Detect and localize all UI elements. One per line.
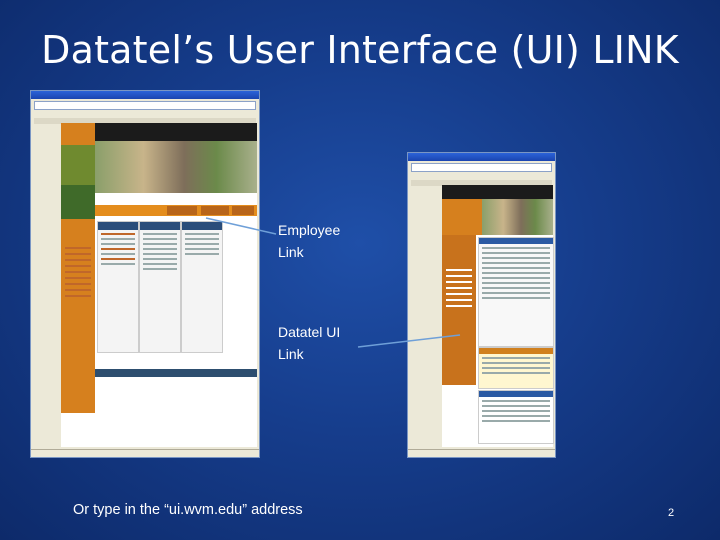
datatel-ui-link-label: Datatel UI Link: [278, 324, 341, 362]
datatel-link-arrow: [357, 334, 461, 348]
footer-instruction: Or type in the “ui.wvm.edu” address: [73, 502, 303, 518]
callout-arrows: [205, 217, 461, 348]
employee-link-label: Employee Link: [278, 222, 341, 260]
page-number: 2: [668, 507, 675, 519]
employee-link-arrow: [205, 217, 277, 235]
